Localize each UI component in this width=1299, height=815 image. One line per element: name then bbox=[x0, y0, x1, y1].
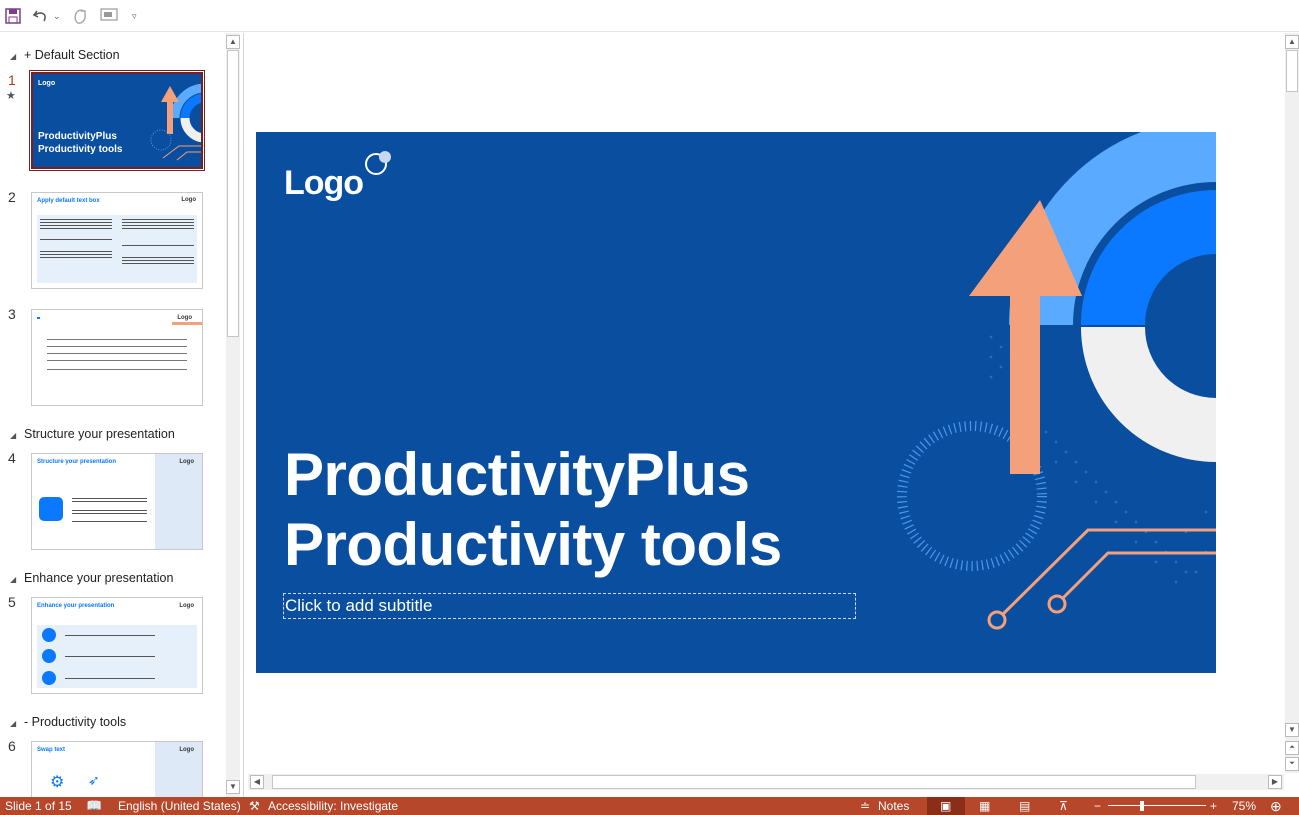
thumb-agenda-lines bbox=[47, 339, 187, 340]
slide-thumbnail-4[interactable]: Structure your presentation Logo bbox=[31, 453, 203, 550]
slide-counter[interactable]: Slide 1 of 15 bbox=[5, 797, 72, 815]
thumb-graphic bbox=[150, 83, 201, 161]
scroll-down-button[interactable]: ▼ bbox=[1285, 723, 1299, 737]
thumb-title: Structure your presentation bbox=[37, 459, 117, 465]
section-default[interactable]: ◢ + Default Section bbox=[10, 48, 120, 62]
scroll-thumb[interactable] bbox=[227, 50, 239, 337]
thumb-title: Swap text bbox=[37, 747, 66, 753]
notes-button[interactable]: Notes bbox=[878, 797, 909, 815]
slide-thumbnail-2[interactable]: Apply default text box Logo bbox=[31, 192, 203, 289]
zoom-level[interactable]: 75% bbox=[1232, 797, 1256, 815]
collapse-triangle-icon[interactable]: ◢ bbox=[10, 52, 24, 61]
slideshow-icon[interactable]: ⊼ bbox=[1059, 797, 1068, 815]
scroll-up-button[interactable]: ▲ bbox=[1285, 35, 1299, 49]
thumb-logo: Logo bbox=[179, 747, 194, 753]
slide-sorter-icon[interactable]: ▦ bbox=[979, 797, 990, 815]
thumb-logo: Logo bbox=[38, 80, 56, 87]
section-enhance[interactable]: ◢ Enhance your presentation bbox=[10, 571, 173, 585]
scroll-left-button[interactable]: ◀ bbox=[250, 775, 264, 789]
thumb-logo: Logo bbox=[177, 315, 192, 321]
thumb-title: Enhance your presentation bbox=[37, 603, 115, 609]
slide-number: 5 bbox=[8, 594, 16, 610]
scroll-thumb[interactable] bbox=[1286, 50, 1298, 92]
previous-slide-button[interactable]: ⏶ bbox=[1285, 741, 1299, 755]
slide-thumbnail-6[interactable]: Swap text Logo ⚙ ➶ bbox=[31, 741, 203, 797]
zoom-slider-track[interactable] bbox=[1108, 805, 1206, 806]
slide-thumbnail-1[interactable]: Logo ProductivityPlus Productivity tools bbox=[29, 70, 205, 171]
collapse-triangle-icon[interactable]: ◢ bbox=[10, 575, 24, 584]
slide-graphic bbox=[365, 132, 1216, 630]
scroll-right-button[interactable]: ▶ bbox=[1268, 775, 1282, 789]
undo-dropdown-icon[interactable]: ⌄ bbox=[53, 6, 61, 26]
slide-number: 4 bbox=[8, 450, 16, 466]
thumb-logo: Logo bbox=[179, 459, 194, 465]
scroll-thumb[interactable] bbox=[272, 775, 1196, 789]
gear-icon: ⚙ bbox=[50, 774, 65, 791]
section-structure[interactable]: ◢ Structure your presentation bbox=[10, 427, 175, 441]
customize-toolbar-icon[interactable]: ▿ bbox=[132, 6, 137, 26]
quick-access-toolbar: ⌄ ▿ bbox=[0, 0, 1299, 32]
section-productivity[interactable]: ◢ - Productivity tools bbox=[10, 715, 126, 729]
accessibility-status[interactable]: Accessibility: Investigate bbox=[268, 797, 398, 815]
animation-star-icon: ★ bbox=[6, 90, 16, 102]
rocket-icon: ➶ bbox=[88, 772, 100, 788]
collapse-triangle-icon[interactable]: ◢ bbox=[10, 719, 24, 728]
accessibility-icon[interactable]: ⚒ bbox=[249, 797, 260, 815]
thumb-logo: Logo bbox=[181, 197, 196, 203]
editor-vertical-scrollbar[interactable]: ▲ ▼ ⏶ ⏷ bbox=[1285, 33, 1299, 773]
subtitle-placeholder[interactable]: Click to add subtitle bbox=[283, 593, 856, 619]
zoom-slider-thumb[interactable] bbox=[1140, 801, 1144, 811]
slide-thumbnail-panel: ◢ + Default Section 1 ★ Logo Productivity… bbox=[0, 33, 244, 797]
undo-icon[interactable] bbox=[32, 6, 50, 26]
notes-icon[interactable]: ≐ bbox=[860, 797, 870, 815]
thumbnail-scrollbar[interactable]: ▲ ▼ bbox=[226, 33, 240, 797]
save-icon[interactable] bbox=[5, 6, 21, 26]
fit-slide-icon[interactable]: ⊕ bbox=[1270, 797, 1282, 815]
thumb-content-box bbox=[37, 215, 197, 283]
normal-view-icon: ▣ bbox=[940, 799, 952, 813]
thumb-title: Apply default text box bbox=[37, 198, 100, 204]
thumb-list-icon bbox=[39, 497, 63, 521]
slide-title[interactable]: ProductivityPlus Productivity tools bbox=[284, 440, 782, 580]
slide-number: 2 bbox=[8, 189, 16, 205]
zoom-out-button[interactable]: − bbox=[1094, 797, 1101, 815]
status-bar: Slide 1 of 15 📖 English (United States) … bbox=[0, 797, 1299, 815]
zoom-in-button[interactable]: + bbox=[1210, 797, 1217, 815]
slide-thumbnail-3[interactable]: Logo bbox=[31, 309, 203, 406]
spelling-check-icon[interactable]: 📖 bbox=[86, 797, 102, 815]
thumb-title: ProductivityPlus Productivity tools bbox=[38, 131, 123, 155]
slide-number: 6 bbox=[8, 738, 16, 754]
main-slide[interactable]: Logo ProductivityPlus Productivity tools… bbox=[256, 132, 1216, 673]
next-slide-button[interactable]: ⏷ bbox=[1285, 757, 1299, 771]
slide-number: 1 bbox=[8, 72, 16, 88]
reading-view-icon[interactable]: ▤ bbox=[1019, 797, 1030, 815]
present-icon[interactable] bbox=[100, 6, 120, 26]
slide-thumbnail-5[interactable]: Enhance your presentation Logo bbox=[31, 597, 203, 694]
scroll-up-button[interactable]: ▲ bbox=[226, 35, 240, 49]
thumb-logo: Logo bbox=[179, 603, 194, 609]
slide-number: 3 bbox=[8, 306, 16, 322]
editor-horizontal-scrollbar[interactable]: ◀ ▶ bbox=[248, 774, 1284, 790]
scroll-down-button[interactable]: ▼ bbox=[226, 780, 240, 794]
redo-icon[interactable] bbox=[70, 6, 88, 26]
collapse-triangle-icon[interactable]: ◢ bbox=[10, 431, 24, 440]
language-indicator[interactable]: English (United States) bbox=[118, 797, 241, 815]
